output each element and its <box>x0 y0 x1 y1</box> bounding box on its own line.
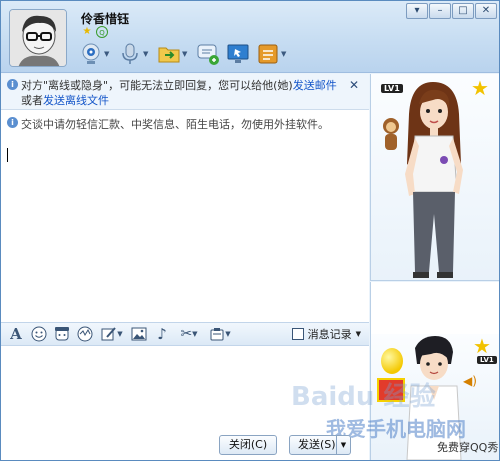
close-button[interactable]: 关闭(C) <box>219 435 277 455</box>
send-offline-file-link[interactable]: 发送离线文件 <box>43 94 109 107</box>
window-controls: ▾ – □ ✕ <box>406 3 497 19</box>
send-button[interactable]: 发送(S) ▼ <box>289 435 351 455</box>
app-box-icon <box>258 44 278 64</box>
format-toolbar: A ▼ ♪ ✂ ▼ ▼ 消息记录 ▼ <box>1 322 369 346</box>
emoji-icon[interactable] <box>30 325 48 343</box>
more-icon[interactable]: ▼ <box>207 325 233 343</box>
message-history[interactable] <box>1 134 369 318</box>
font-icon[interactable]: A <box>7 325 25 343</box>
folder-icon <box>158 47 180 63</box>
video-call-icon <box>82 43 100 64</box>
send-file-button[interactable]: ▼ <box>157 41 190 67</box>
notice-text-1: 对方"离线或隐身"，可能无法立即回复，您可以给他(她) <box>21 79 293 92</box>
message-history-button[interactable]: 消息记录 ▼ <box>291 326 361 342</box>
notice-text-2: 或者 <box>21 94 43 107</box>
info-icon: i <box>7 79 18 90</box>
image-icon[interactable] <box>130 325 148 343</box>
minimize-button[interactable]: – <box>429 3 451 19</box>
history-label: 消息记录 <box>307 328 352 341</box>
qzone-icon[interactable]: Q <box>96 26 108 38</box>
close-window-button[interactable]: ✕ <box>475 3 497 19</box>
voice-call-button[interactable]: ▼ <box>118 41 151 67</box>
send-email-link[interactable]: 发送邮件 <box>293 79 337 92</box>
music-icon[interactable]: ♪ <box>153 325 171 343</box>
female-avatar-figure <box>383 82 463 278</box>
chat-toolbar: ▼ ▼ ▼ ▼ <box>79 41 289 67</box>
send-label: 发送(S) <box>298 438 336 451</box>
microphone-icon <box>122 43 138 64</box>
qq-chat-window: 伶香惜钰 ★ Q ▾ – □ ✕ ▼ ▼ ▼ ▼ i 对方"离线或隐身"，可能无… <box>0 0 500 461</box>
security-warning: i 交谈中请勿轻信汇款、中奖信息、陌生电话，勿使用外挂软件。 <box>1 112 369 132</box>
warning-text: 交谈中请勿轻信汇款、中奖信息、陌生电话，勿使用外挂软件。 <box>21 118 329 131</box>
contact-qq-show[interactable]: LV1 ★ <box>370 74 499 281</box>
wobble-icon[interactable] <box>76 325 94 343</box>
close-notice-icon[interactable]: ✕ <box>349 78 359 93</box>
window-menu-button[interactable]: ▾ <box>406 3 428 19</box>
bottom-bar: 关闭(C) 发送(S) ▼ <box>1 429 499 459</box>
screenshot-icon[interactable]: ✂ ▼ <box>176 325 202 343</box>
history-icon <box>291 328 304 340</box>
text-caret <box>7 148 8 162</box>
contact-avatar[interactable] <box>9 9 67 67</box>
chat-bubble-icon <box>197 44 219 65</box>
app-menu-button[interactable]: ▼ <box>256 41 289 67</box>
send-options-chevron-icon[interactable]: ▼ <box>336 436 350 454</box>
maximize-button[interactable]: □ <box>452 3 474 19</box>
offline-notice: i 对方"离线或隐身"，可能无法立即回复，您可以给他(她)发送邮件 或者发送离线… <box>1 74 369 110</box>
handwriting-icon[interactable]: ▼ <box>99 325 125 343</box>
monitor-icon <box>227 44 249 63</box>
multi-chat-button[interactable] <box>196 41 220 67</box>
watermark-baidu: Baidu 经验 <box>291 382 436 412</box>
star-icon: ★ <box>82 26 92 37</box>
contact-status-icons: ★ Q <box>81 26 108 38</box>
remote-assist-button[interactable] <box>226 41 250 67</box>
contact-name: 伶香惜钰 <box>81 12 130 26</box>
show-spacer <box>370 282 499 334</box>
chevron-down-icon[interactable]: ▼ <box>104 50 112 58</box>
chevron-down-icon[interactable]: ▼ <box>281 50 289 58</box>
video-call-button[interactable]: ▼ <box>79 41 112 67</box>
chat-header: 伶香惜钰 ★ Q ▾ – □ ✕ ▼ ▼ ▼ ▼ <box>1 1 499 73</box>
chevron-down-icon[interactable]: ▼ <box>182 50 190 58</box>
info-icon: i <box>7 117 18 128</box>
magic-face-icon[interactable] <box>53 325 71 343</box>
chevron-down-icon: ▼ <box>355 330 361 338</box>
chevron-down-icon[interactable]: ▼ <box>143 50 151 58</box>
